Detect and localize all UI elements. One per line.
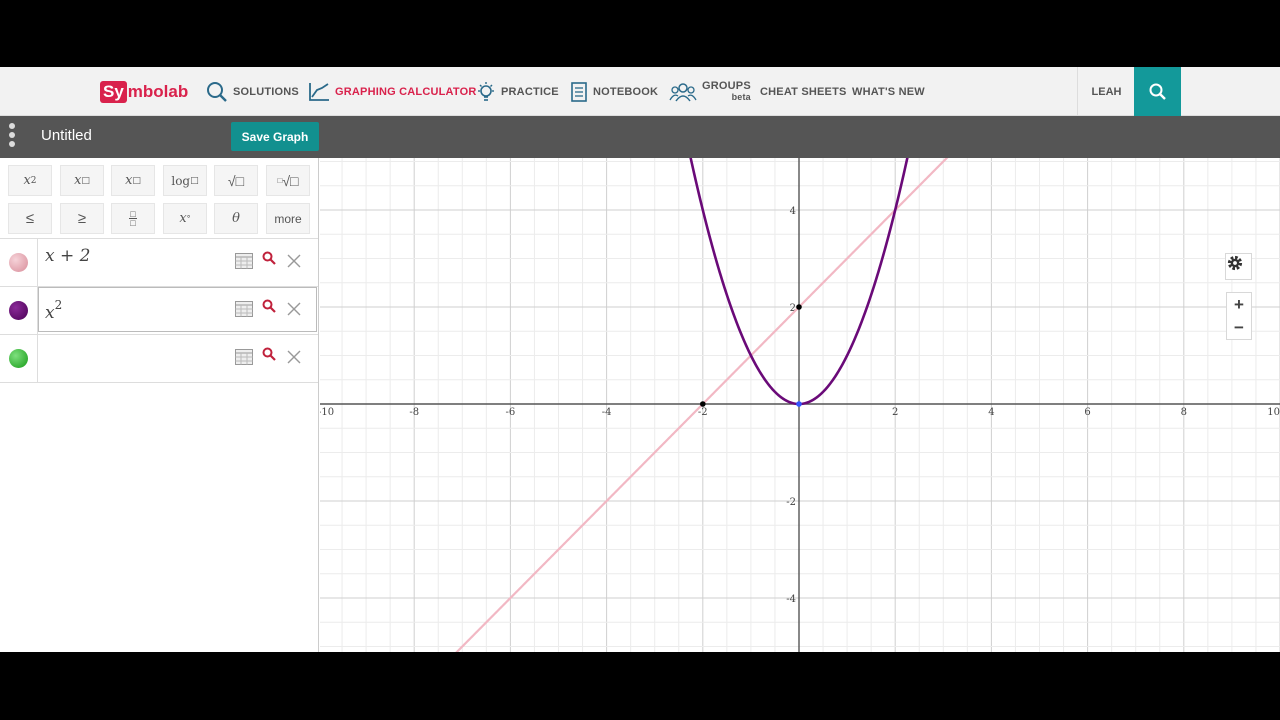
zoom-to-fit-icon[interactable] bbox=[262, 299, 276, 313]
search-icon bbox=[1149, 83, 1166, 100]
y-tick-label: 4 bbox=[790, 206, 796, 217]
key-x-power[interactable]: x □ bbox=[60, 165, 104, 196]
zoom-controls: + − bbox=[1226, 292, 1252, 340]
x-tick-label: -10 bbox=[320, 407, 334, 418]
expression-panel: x2 x □ x □ log □ √□ □ √□ ≤ ≥ □ □ x ° θ more x … bbox=[0, 158, 319, 652]
expression-input[interactable]: x + 2 bbox=[45, 246, 90, 266]
close-icon[interactable] bbox=[287, 254, 301, 268]
expression-exponent: 2 bbox=[54, 298, 63, 312]
key-more[interactable]: more bbox=[266, 203, 310, 234]
nav-practice[interactable]: PRACTICE bbox=[476, 67, 559, 116]
expression-text: x bbox=[45, 303, 55, 323]
x-tick-label: 6 bbox=[1084, 407, 1090, 418]
table-icon[interactable] bbox=[235, 253, 253, 269]
key-leq[interactable]: ≤ bbox=[8, 203, 52, 234]
y-tick-label: -4 bbox=[786, 594, 796, 605]
nav-graphing-label: GRAPHING CALCULATOR bbox=[335, 85, 477, 98]
x-tick-label: 10 bbox=[1267, 407, 1280, 418]
nav-whats-new[interactable]: WHAT'S NEW bbox=[852, 67, 925, 116]
menu-dots-icon[interactable] bbox=[9, 123, 17, 150]
color-swatch[interactable] bbox=[9, 301, 28, 320]
graph-icon bbox=[309, 82, 329, 101]
key-x-squared[interactable]: x2 bbox=[8, 165, 52, 196]
symbolab-logo[interactable]: Sy mbolab bbox=[100, 79, 188, 105]
expression-input[interactable]: x2 bbox=[45, 298, 62, 323]
color-swatch-cell bbox=[0, 287, 38, 334]
expression-list: x + 2 x2 bbox=[0, 238, 318, 383]
graph-settings-button[interactable] bbox=[1225, 253, 1252, 280]
search-button[interactable] bbox=[1134, 67, 1181, 116]
save-graph-button[interactable]: Save Graph bbox=[231, 122, 319, 151]
x-tick-label: -6 bbox=[506, 407, 516, 418]
graph-title[interactable]: Untitled bbox=[41, 127, 92, 144]
graph-canvas[interactable]: -10-8-6-4-224681042-2-4 + − bbox=[320, 158, 1280, 652]
nav-groups-label: GROUPS bbox=[702, 79, 751, 92]
nav-notebook-label: NOTEBOOK bbox=[593, 85, 659, 98]
zoom-to-fit-icon[interactable] bbox=[262, 251, 276, 265]
expression-row[interactable] bbox=[0, 334, 318, 383]
nav-solutions-label: SOLUTIONS bbox=[233, 85, 299, 98]
x-tick-label: 2 bbox=[892, 407, 898, 418]
notebook-icon bbox=[571, 81, 587, 102]
graph-toolbar: Untitled Save Graph bbox=[0, 116, 1280, 158]
color-swatch-cell bbox=[0, 335, 38, 382]
nav-groups[interactable]: GROUPS beta bbox=[669, 67, 751, 116]
nav-graphing-calculator[interactable]: GRAPHING CALCULATOR bbox=[308, 67, 477, 116]
color-swatch[interactable] bbox=[9, 253, 28, 272]
intersection-point bbox=[700, 401, 706, 407]
key-fraction[interactable]: □ □ bbox=[111, 203, 155, 234]
zoom-in-button[interactable]: + bbox=[1226, 293, 1252, 316]
table-icon[interactable] bbox=[235, 301, 253, 317]
x-tick-label: -4 bbox=[602, 407, 612, 418]
graph-plot[interactable]: -10-8-6-4-224681042-2-4 bbox=[320, 158, 1280, 652]
nav-practice-label: PRACTICE bbox=[501, 85, 559, 98]
lightbulb-icon bbox=[478, 81, 494, 101]
user-menu[interactable]: LEAH bbox=[1077, 67, 1135, 116]
expression-row[interactable]: x2 bbox=[0, 286, 318, 335]
nav-groups-beta: beta bbox=[731, 91, 751, 102]
key-log[interactable]: log □ bbox=[163, 165, 207, 196]
gear-icon bbox=[1227, 255, 1243, 271]
y-tick-label: -2 bbox=[786, 497, 796, 508]
expression-row[interactable]: x + 2 bbox=[0, 238, 318, 287]
key-degree[interactable]: x ° bbox=[163, 203, 207, 234]
intersection-point bbox=[796, 304, 802, 310]
nav-solutions[interactable]: SOLUTIONS bbox=[206, 67, 299, 116]
zoom-to-fit-icon[interactable] bbox=[262, 347, 276, 361]
nav-cheat-sheets-label: CHEAT SHEETS bbox=[760, 85, 847, 98]
x-tick-label: 4 bbox=[988, 407, 994, 418]
search-icon bbox=[207, 81, 227, 102]
key-geq[interactable]: ≥ bbox=[60, 203, 104, 234]
symbolab-app: Sy mbolab SOLUTIONS GRAPHING CALCULATOR P… bbox=[0, 67, 1280, 652]
x-tick-label: 8 bbox=[1181, 407, 1187, 418]
table-icon[interactable] bbox=[235, 349, 253, 365]
x-tick-label: -8 bbox=[409, 407, 419, 418]
nav-whats-new-label: WHAT'S NEW bbox=[852, 85, 925, 98]
zoom-out-button[interactable]: − bbox=[1226, 316, 1252, 339]
intersection-point bbox=[796, 401, 802, 407]
logo-mark: Sy bbox=[100, 81, 127, 103]
key-sqrt[interactable]: √□ bbox=[214, 165, 258, 196]
key-nth-root[interactable]: □ √□ bbox=[266, 165, 310, 196]
groups-icon bbox=[669, 82, 697, 101]
close-icon[interactable] bbox=[287, 350, 301, 364]
key-theta[interactable]: θ bbox=[214, 203, 258, 234]
logo-text: mbolab bbox=[127, 82, 189, 101]
expression-text: x + 2 bbox=[45, 246, 91, 266]
nav-cheat-sheets[interactable]: CHEAT SHEETS bbox=[760, 67, 847, 116]
nav-notebook[interactable]: NOTEBOOK bbox=[570, 67, 658, 116]
top-navigation: Sy mbolab SOLUTIONS GRAPHING CALCULATOR P… bbox=[0, 67, 1280, 116]
close-icon[interactable] bbox=[287, 302, 301, 316]
color-swatch-cell bbox=[0, 239, 38, 286]
key-x-subscript[interactable]: x □ bbox=[111, 165, 155, 196]
user-name: LEAH bbox=[1091, 85, 1122, 98]
color-swatch[interactable] bbox=[9, 349, 28, 368]
